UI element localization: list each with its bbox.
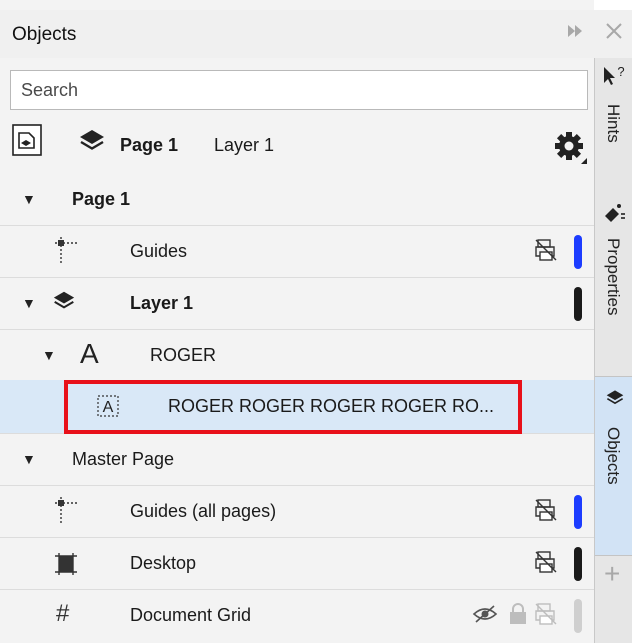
layer-color-indicator[interactable] bbox=[574, 547, 582, 581]
add-docker-icon[interactable]: + bbox=[604, 558, 620, 590]
tree-row-roger-text[interactable]: A ROGER ROGER ROGER ROGER RO... bbox=[0, 380, 594, 434]
tab-hints-label: Hints bbox=[604, 104, 623, 143]
tab-hints[interactable]: ? Hints bbox=[595, 58, 632, 192]
roger-text-label: ROGER ROGER ROGER ROGER RO... bbox=[168, 396, 495, 416]
tree-row-desktop[interactable]: Desktop bbox=[0, 538, 594, 590]
objects-toolbar: Page 1 Layer 1 bbox=[0, 118, 594, 172]
printable-icon[interactable] bbox=[534, 498, 558, 527]
hidden-eye-icon[interactable] bbox=[472, 604, 498, 629]
tree-row-roger-group[interactable]: ▼ A ROGER bbox=[0, 330, 594, 382]
help-pointer-icon: ? bbox=[601, 64, 627, 93]
guides-label: Guides bbox=[130, 241, 188, 261]
current-page-label[interactable]: Page 1 bbox=[120, 135, 178, 156]
tab-objects-label: Objects bbox=[604, 427, 623, 485]
tree-row-layer-1[interactable]: ▼ Layer 1 bbox=[0, 278, 594, 330]
master-page-label: Master Page bbox=[72, 449, 175, 469]
layer-color-indicator[interactable] bbox=[574, 495, 582, 529]
grid-icon: # bbox=[56, 600, 70, 627]
collapse-triangle-icon[interactable]: ▼ bbox=[22, 295, 36, 311]
close-icon[interactable] bbox=[604, 21, 624, 47]
search-input[interactable] bbox=[10, 70, 588, 110]
tree-row-master-page[interactable]: ▼ Master Page bbox=[0, 434, 594, 486]
layer-color-indicator[interactable] bbox=[574, 287, 582, 321]
svg-text:?: ? bbox=[617, 64, 624, 79]
tree-row-document-grid[interactable]: # Document Grid bbox=[0, 590, 594, 642]
collapse-triangle-icon[interactable]: ▼ bbox=[22, 451, 36, 467]
artistic-text-icon: A bbox=[96, 394, 120, 423]
lock-icon[interactable] bbox=[508, 602, 528, 631]
layer-color-indicator[interactable] bbox=[574, 599, 582, 633]
panel-titlebar: Objects bbox=[0, 10, 632, 58]
panel-title: Objects bbox=[12, 24, 77, 45]
tab-objects[interactable]: Objects bbox=[595, 376, 632, 556]
tree-row-guides[interactable]: Guides bbox=[0, 226, 594, 278]
tree-row-page-1[interactable]: ▼ Page 1 bbox=[0, 174, 594, 226]
printable-icon[interactable] bbox=[534, 550, 558, 579]
page-navigation-icon[interactable] bbox=[12, 124, 42, 161]
layers-icon bbox=[605, 389, 625, 412]
tab-properties[interactable]: Properties bbox=[595, 192, 632, 376]
guides-icon bbox=[54, 496, 78, 529]
layer-icon bbox=[52, 290, 76, 317]
desktop-icon bbox=[54, 552, 78, 581]
svg-text:A: A bbox=[103, 399, 114, 416]
collapse-triangle-icon[interactable]: ▼ bbox=[22, 191, 36, 207]
double-chevron-right-icon[interactable] bbox=[566, 22, 584, 46]
printable-icon[interactable] bbox=[534, 238, 558, 267]
layers-icon[interactable] bbox=[78, 128, 106, 159]
roger-group-label: ROGER bbox=[150, 345, 217, 365]
printable-icon[interactable] bbox=[534, 602, 558, 631]
guides-all-pages-label: Guides (all pages) bbox=[130, 501, 277, 521]
desktop-label: Desktop bbox=[130, 553, 197, 573]
layer-1-label: Layer 1 bbox=[130, 293, 194, 313]
layer-color-indicator[interactable] bbox=[574, 235, 582, 269]
guides-icon bbox=[54, 236, 78, 269]
tree-row-guides-all-pages[interactable]: Guides (all pages) bbox=[0, 486, 594, 538]
properties-icon bbox=[603, 202, 627, 231]
objects-panel: Page 1 Layer 1 bbox=[0, 0, 594, 643]
current-layer-label[interactable]: Layer 1 bbox=[214, 135, 274, 156]
page-1-label: Page 1 bbox=[72, 189, 131, 209]
gear-icon[interactable] bbox=[553, 130, 587, 169]
docker-sidebar: ? Hints Properties Objects + bbox=[594, 58, 632, 643]
text-object-icon: A bbox=[80, 338, 99, 369]
collapse-triangle-icon[interactable]: ▼ bbox=[42, 347, 56, 363]
tab-properties-label: Properties bbox=[604, 238, 623, 316]
document-grid-label: Document Grid bbox=[130, 605, 252, 625]
